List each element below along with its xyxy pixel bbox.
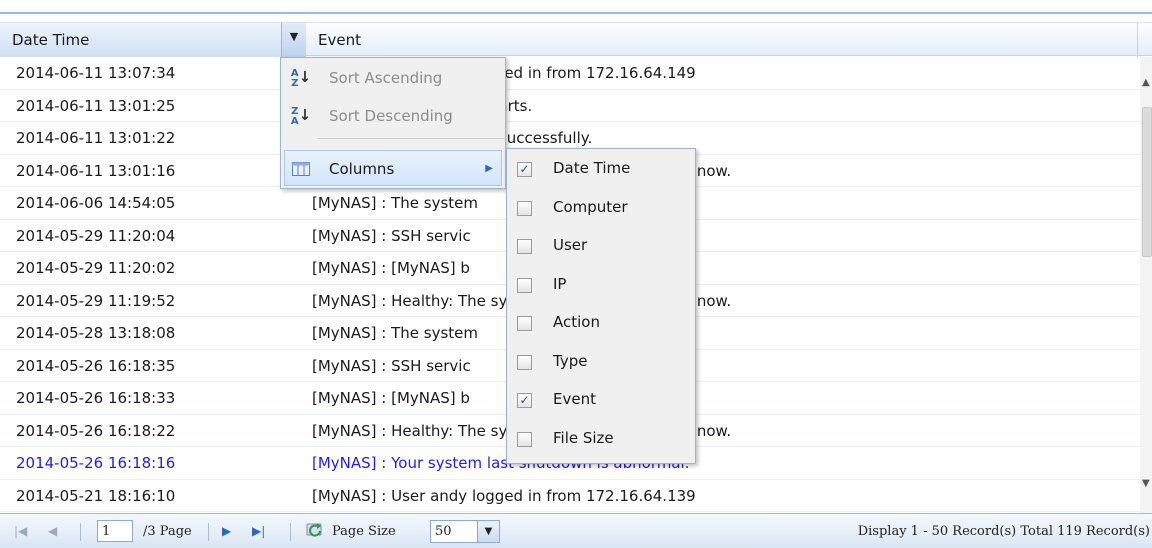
table-row[interactable]: 2014-06-11 13:07:34[MyNAS] : User andy l… — [0, 57, 1140, 90]
page-count-label: /3 Page — [143, 524, 192, 539]
cell-date-time: 2014-05-26 16:18:22 — [16, 421, 176, 440]
cell-date-time: 2014-05-29 11:19:52 — [16, 291, 176, 310]
checkbox[interactable] — [517, 316, 532, 331]
cell-date-time: 2014-05-26 16:18:35 — [16, 356, 176, 375]
page-number-input[interactable] — [97, 520, 133, 542]
caret-down-icon: ▼ — [289, 30, 299, 43]
cell-event: [MyNAS] : The system — [312, 194, 479, 212]
scroll-thumb[interactable] — [1142, 107, 1152, 257]
column-header-event[interactable]: Event — [306, 23, 1138, 57]
checkbox[interactable] — [517, 277, 532, 293]
cell-date-time: 2014-06-11 13:01:16 — [16, 161, 176, 180]
columns-option[interactable]: File Size — [507, 421, 695, 459]
columns-option[interactable]: IP — [507, 267, 695, 305]
toolbar-separator — [80, 523, 81, 541]
columns-option[interactable]: Computer — [507, 190, 695, 228]
scroll-down-icon[interactable]: ▼ — [1142, 478, 1150, 489]
sort-descending-icon: Z A↓ — [290, 105, 312, 127]
cell-date-time: 2014-05-29 11:20:04 — [16, 226, 176, 245]
columns-option[interactable]: ✓ Event — [507, 382, 695, 420]
checkbox[interactable] — [517, 200, 532, 216]
menu-item-sort-descending[interactable]: Z A↓ Sort Descending — [281, 98, 505, 134]
first-page-icon[interactable]: |◀ — [14, 514, 27, 548]
cell-date-time: 2014-05-28 13:18:08 — [16, 324, 176, 342]
cell-date-time: 2014-05-29 11:20:02 — [16, 259, 176, 277]
toolbar-separator — [208, 523, 209, 541]
checkbox[interactable] — [517, 431, 532, 447]
menu-item-sort-ascending[interactable]: A Z↓ Sort Ascending — [281, 60, 505, 96]
columns-icon — [290, 151, 312, 187]
checkbox[interactable] — [517, 239, 532, 254]
grid-header: Date Time ▼ Event — [0, 22, 1152, 57]
columns-option-label: User — [553, 236, 588, 254]
cell-date-time: 2014-06-06 14:54:05 — [16, 194, 176, 212]
cell-event: [MyNAS] : The system — [312, 324, 479, 342]
column-header-event-label: Event — [318, 31, 361, 49]
cell-date-time: 2014-05-26 16:18:33 — [16, 389, 176, 407]
chevron-down-icon[interactable]: ▼ — [477, 521, 499, 542]
menu-item-label: Columns — [329, 160, 395, 178]
menu-item-label: Sort Descending — [329, 107, 453, 125]
columns-option[interactable]: ✓ Date Time — [507, 151, 695, 189]
columns-option-label: Computer — [553, 197, 628, 216]
cell-date-time: 2014-05-26 16:18:16 — [16, 454, 176, 472]
table-row[interactable]: 2014-06-11 13:01:25[MyNAS] : SSH service… — [0, 90, 1140, 122]
columns-option[interactable]: User — [507, 228, 695, 266]
refresh-icon[interactable] — [306, 522, 326, 540]
columns-option-label: Event — [553, 390, 596, 408]
cell-date-time: 2014-06-11 13:01:25 — [16, 96, 176, 115]
page-size-select[interactable]: 50 ▼ — [430, 520, 500, 543]
cell-event: [MyNAS] : [MyNAS] b — [312, 259, 470, 277]
record-summary: Display 1 - 50 Record(s) Total 119 Recor… — [857, 524, 1150, 539]
columns-option-label: Action — [553, 313, 600, 331]
last-page-icon[interactable]: ▶| — [252, 514, 265, 548]
vertical-scrollbar[interactable]: ▲ ▼ — [1140, 57, 1152, 513]
sort-ascending-icon: A Z↓ — [290, 67, 312, 89]
scroll-up-icon[interactable]: ▲ — [1142, 77, 1150, 88]
top-border — [0, 0, 1152, 14]
checkbox[interactable]: ✓ — [517, 162, 532, 177]
columns-option-label: File Size — [553, 428, 614, 447]
menu-divider — [317, 138, 505, 139]
checkbox[interactable] — [517, 354, 532, 370]
paging-toolbar: |◀ ◀ /3 Page ▶ ▶| Page Size 50 ▼ Display… — [0, 513, 1152, 548]
columns-option-label: Type — [553, 351, 588, 370]
column-menu-trigger[interactable]: ▼ — [281, 23, 306, 57]
column-header-date-time-label: Date Time — [12, 31, 90, 49]
checkbox[interactable]: ✓ — [517, 393, 532, 408]
columns-option[interactable]: Action — [507, 305, 695, 343]
columns-option-label: Date Time — [553, 159, 631, 177]
columns-submenu: ✓ Date Time Computer User IP Action Type ✓ Event… — [506, 148, 696, 464]
menu-item-columns[interactable]: Columns ▶ — [284, 150, 502, 186]
prev-page-icon[interactable]: ◀ — [48, 514, 57, 548]
toolbar-separator — [290, 523, 291, 541]
cell-event: [MyNAS] : SSH servic — [312, 226, 471, 245]
column-header-date-time[interactable]: Date Time — [0, 23, 306, 57]
menu-item-label: Sort Ascending — [329, 69, 443, 87]
column-context-menu: A Z↓ Sort Ascending Z A↓ Sort Descending C… — [280, 57, 506, 189]
cell-event: [MyNAS] : User andy logged in from 172.1… — [312, 486, 696, 505]
cell-date-time: 2014-06-11 13:07:34 — [16, 64, 176, 82]
page-size-label: Page Size — [332, 524, 396, 539]
submenu-arrow-icon: ▶ — [485, 163, 493, 174]
next-page-icon[interactable]: ▶ — [222, 514, 231, 548]
table-row[interactable]: 2014-05-21 18:16:10 [MyNAS] : User andy l… — [0, 480, 1140, 512]
columns-option[interactable]: Type — [507, 344, 695, 382]
cell-event: [MyNAS] : [MyNAS] b — [312, 389, 470, 407]
columns-option-label: IP — [553, 274, 567, 293]
cell-date-time: 2014-05-21 18:16:10 — [16, 486, 176, 505]
cell-date-time: 2014-06-11 13:01:22 — [16, 129, 176, 147]
cell-event: [MyNAS] : SSH servic — [312, 356, 471, 375]
page-size-value: 50 — [435, 524, 452, 539]
